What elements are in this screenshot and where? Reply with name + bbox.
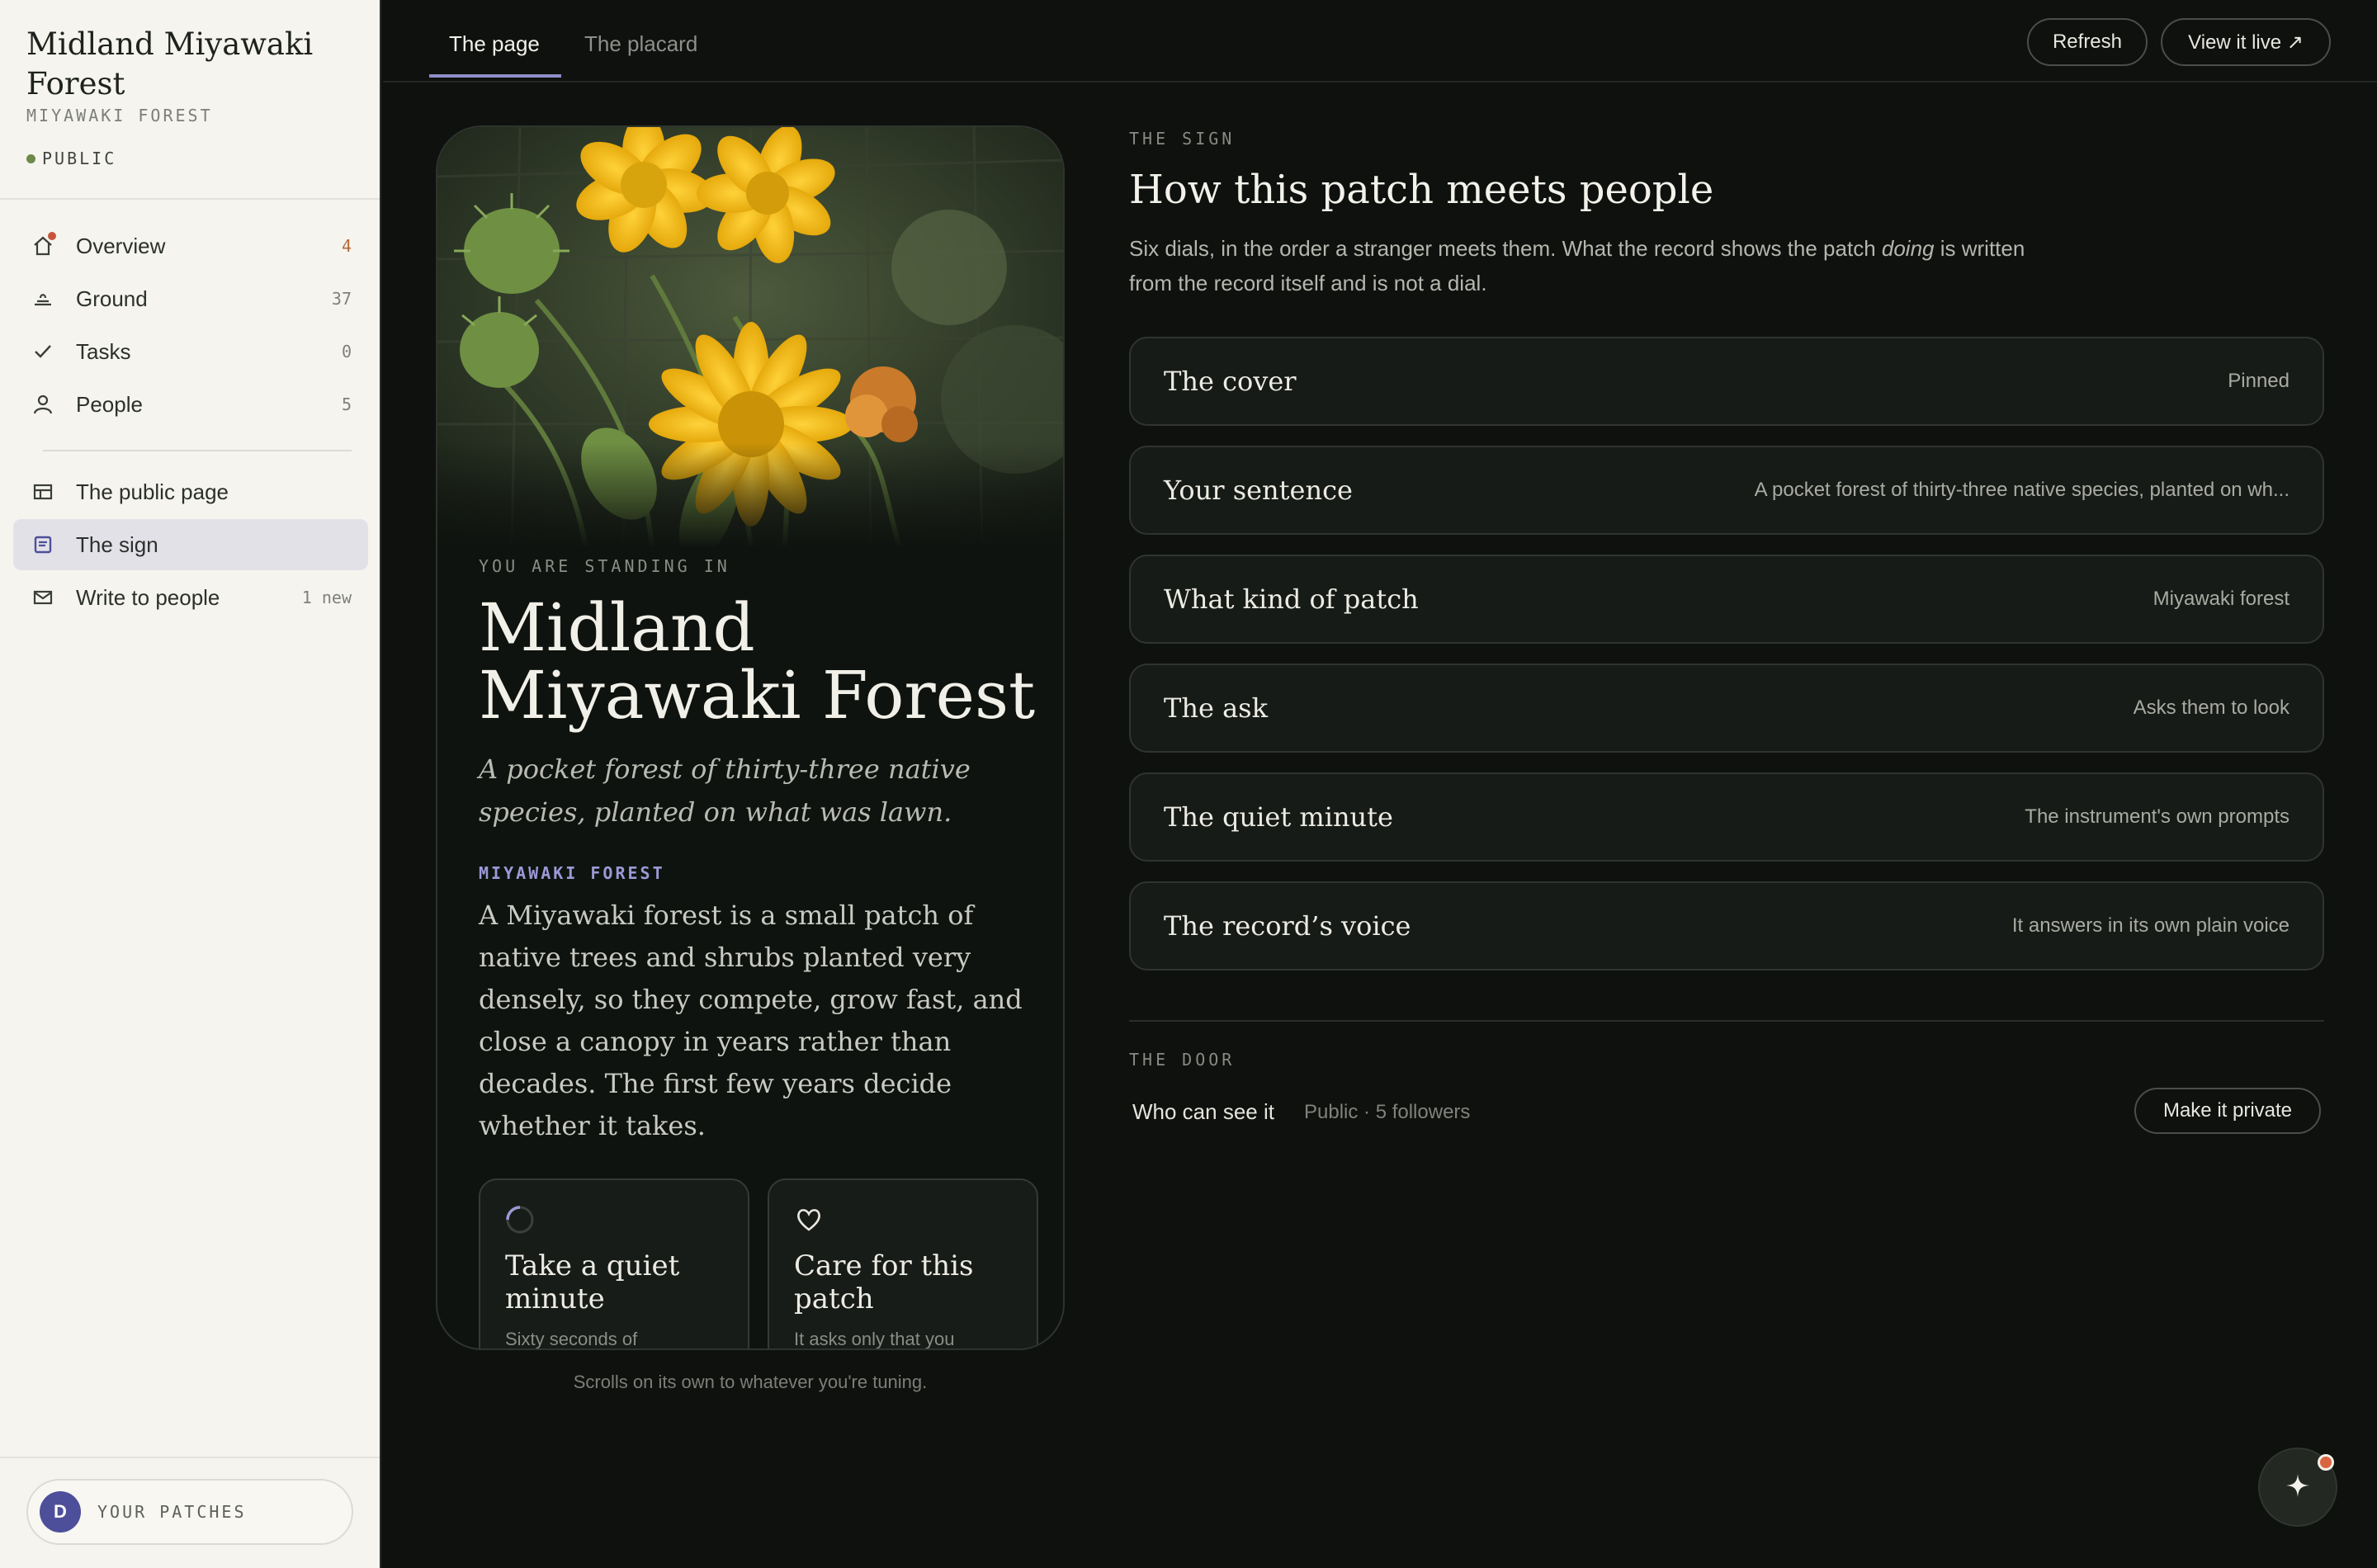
divider <box>0 1457 380 1458</box>
card-subtitle: It asks only that you <box>794 1329 955 1349</box>
dial-name: The quiet minute <box>1164 801 1393 833</box>
card-title: Care for this patch <box>794 1249 974 1315</box>
heart-icon <box>794 1205 824 1235</box>
standing-in-kicker: YOU ARE STANDING IN <box>479 556 730 576</box>
mail-icon <box>31 586 54 609</box>
dial-name: The ask <box>1164 692 1268 724</box>
phone-preview[interactable]: YOU ARE STANDING IN Midland Miyawaki For… <box>436 125 1065 1350</box>
your-patches-label: YOUR PATCHES <box>97 1502 247 1522</box>
sidebar-item-label: Ground <box>76 286 148 311</box>
notification-dot-icon <box>2318 1454 2334 1471</box>
sign-heading: How this patch meets people <box>1129 167 1714 213</box>
patch-kind: MIYAWAKI FOREST <box>26 106 213 125</box>
dial-name: What kind of patch <box>1164 583 1419 615</box>
divider <box>1129 1020 2324 1022</box>
ground-icon <box>31 287 54 310</box>
person-icon <box>31 393 54 416</box>
dial-the-ask[interactable]: The ask Asks them to look <box>1129 664 2324 753</box>
dial-the-records-voice[interactable]: The record’s voice It answers in its own… <box>1129 881 2324 971</box>
status-dot-icon <box>26 153 35 163</box>
preview-kind: MIYAWAKI FOREST <box>479 863 665 883</box>
tab-the-placard[interactable]: The placard <box>584 31 697 57</box>
tab-the-page[interactable]: The page <box>449 31 540 57</box>
dial-your-sentence[interactable]: Your sentence A pocket forest of thirty-… <box>1129 446 2324 535</box>
visibility-label: Who can see it <box>1132 1099 1274 1124</box>
your-patches-button[interactable]: D YOUR PATCHES <box>26 1479 353 1545</box>
dial-value: Asks them to look <box>2133 697 2290 719</box>
sidebar-item-label: People <box>76 391 143 417</box>
sidebar-item-label: Tasks <box>76 338 131 364</box>
patch-title: Midland Miyawaki Forest <box>26 26 314 102</box>
sidebar-item-label: The public page <box>76 479 229 504</box>
sidebar-item-write-to-people[interactable]: Write to people 1 new <box>13 572 368 623</box>
visibility-value: Public · 5 followers <box>1304 1101 1471 1123</box>
card-subtitle: Sixty seconds of <box>505 1329 638 1349</box>
dial-name: The cover <box>1164 366 1297 397</box>
spinner-icon <box>505 1205 535 1235</box>
dial-value: A pocket forest of thirty-three native s… <box>1754 479 2290 501</box>
preview-description: A Miyawaki forest is a small patch of na… <box>479 900 1023 1141</box>
visibility-status: PUBLIC <box>26 149 116 168</box>
sign-icon <box>31 533 54 556</box>
sidebar-item-people[interactable]: People 5 <box>13 379 368 430</box>
preview-caption: Scrolls on its own to whatever you're tu… <box>573 1372 928 1392</box>
home-icon <box>31 232 56 257</box>
sidebar-item-the-sign[interactable]: The sign <box>13 519 368 570</box>
sidebar-item-count: 5 <box>341 394 352 414</box>
dial-the-cover[interactable]: The cover Pinned <box>1129 337 2324 426</box>
intro-text: Six dials, in the order a stranger meets… <box>1129 236 1882 261</box>
sparkle-icon <box>2284 1471 2312 1504</box>
divider <box>0 198 380 200</box>
card-title: Take a quiet minute <box>505 1249 680 1315</box>
view-it-live-button[interactable]: View it live ↗ <box>2161 18 2331 66</box>
sidebar-item-label: Overview <box>76 233 166 258</box>
sign-kicker: THE SIGN <box>1129 129 1236 149</box>
make-private-button[interactable]: Make it private <box>2134 1088 2321 1134</box>
sign-intro: Six dials, in the order a stranger meets… <box>1129 231 2037 300</box>
avatar: D <box>40 1491 81 1533</box>
new-messages-count: 1 new <box>301 588 352 607</box>
quiet-minute-card[interactable]: Take a quiet minute Sixty seconds of <box>479 1178 749 1349</box>
sidebar-item-tasks[interactable]: Tasks 0 <box>13 326 368 377</box>
dial-what-kind-of-patch[interactable]: What kind of patch Miyawaki forest <box>1129 555 2324 644</box>
dial-name: The record’s voice <box>1164 910 1411 942</box>
care-for-patch-card[interactable]: Care for this patch It asks only that yo… <box>768 1178 1038 1349</box>
preview-tagline: A pocket forest of thirty-three native s… <box>479 753 971 828</box>
sidebar-item-count: 0 <box>341 342 352 361</box>
dial-value: The instrument's own prompts <box>2025 805 2290 828</box>
active-tab-indicator <box>429 74 561 78</box>
dial-value: Miyawaki forest <box>2153 588 2290 610</box>
main-content: The page The placard Refresh View it liv… <box>383 0 2377 1568</box>
sidebar-item-ground[interactable]: Ground 37 <box>13 273 368 324</box>
dial-value: It answers in its own plain voice <box>2011 914 2290 937</box>
divider <box>43 450 352 451</box>
top-bar: The page The placard Refresh View it liv… <box>383 0 2377 83</box>
sidebar-item-overview[interactable]: Overview 4 <box>13 220 368 272</box>
notification-dot-icon <box>48 232 56 240</box>
dial-name: Your sentence <box>1164 475 1353 506</box>
sidebar-item-label: The sign <box>76 531 158 557</box>
refresh-button[interactable]: Refresh <box>2027 18 2148 66</box>
sidebar-item-count: 4 <box>341 236 352 256</box>
sidebar-item-label: Write to people <box>76 584 220 610</box>
dial-the-quiet-minute[interactable]: The quiet minute The instrument's own pr… <box>1129 772 2324 862</box>
sidebar-item-count: 37 <box>331 289 352 309</box>
intro-emphasis: doing <box>1881 236 1935 261</box>
layout-icon <box>31 480 54 503</box>
status-label: PUBLIC <box>42 149 117 168</box>
preview-title: Midland Miyawaki Forest <box>479 589 1036 734</box>
cover-photo <box>437 127 1063 548</box>
check-icon <box>31 340 54 363</box>
sidebar-item-public-page[interactable]: The public page <box>13 466 368 517</box>
door-kicker: THE DOOR <box>1129 1050 1236 1070</box>
sidebar: Midland Miyawaki Forest MIYAWAKI FOREST … <box>0 0 381 1568</box>
dial-value: Pinned <box>2228 370 2290 392</box>
